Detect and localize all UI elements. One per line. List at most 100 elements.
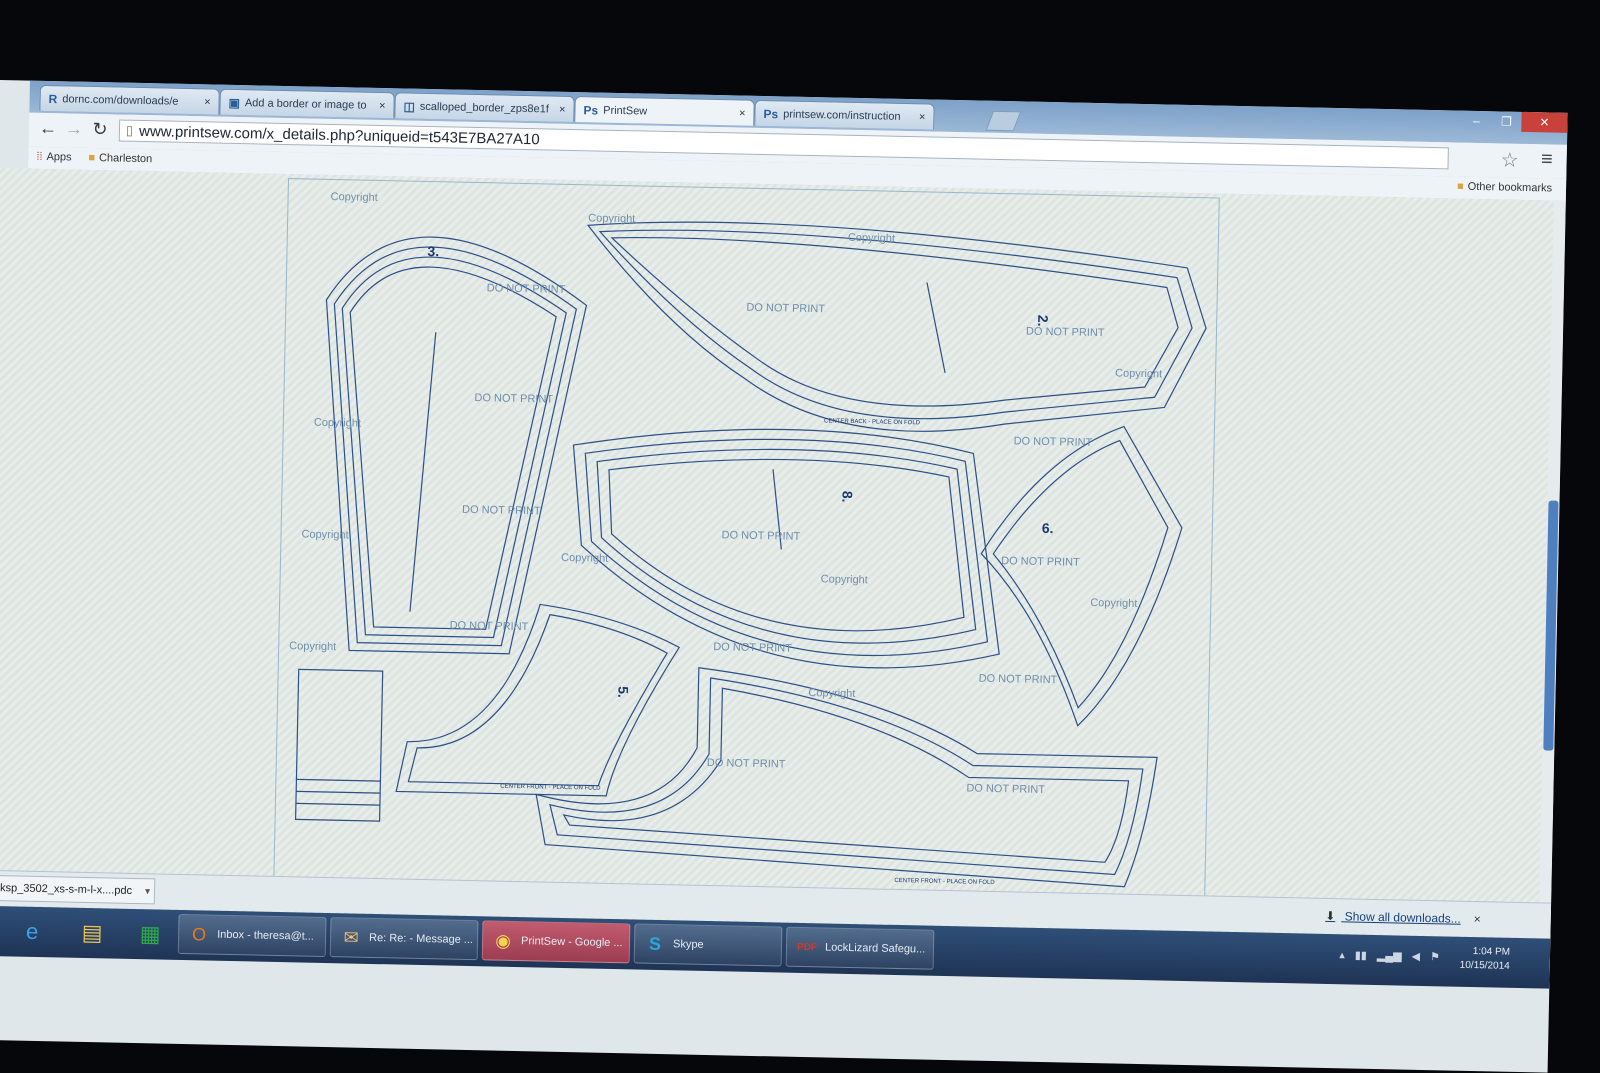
forward-button[interactable]: → [63,118,85,139]
mail-icon: ✉ [343,926,359,948]
tab-printsew-instructions[interactable]: Ps printsew.com/instruction × [754,99,935,130]
watermark-donotprint: DO NOT PRINT [487,282,566,296]
skype-icon: S [648,933,662,954]
tab-close-icon[interactable]: × [739,107,746,119]
watermark-donotprint: DO NOT PRINT [707,757,786,771]
printsew-favicon-icon: Ps [583,102,599,118]
apps-shortcut[interactable]: ⁞⁞ Apps [36,151,71,164]
restore-button[interactable]: ❐ [1491,111,1521,132]
tab-close-icon[interactable]: × [379,99,386,111]
clock-time: 1:04 PM [1472,946,1511,958]
piece-number-label: 2. [1035,315,1051,327]
other-bookmarks-label: Other bookmarks [1467,180,1553,195]
watermark-donotprint: DO NOT PRINT [450,620,529,634]
reload-button[interactable]: ↻ [89,119,111,140]
image-favicon-icon: ◫ [403,98,416,114]
taskbar-button-label: Skype [672,938,704,951]
watermark-copyright: Copyright [821,573,868,586]
internet-explorer-icon[interactable]: e [12,912,53,951]
printsew-favicon-icon: Ps [763,106,779,121]
tab-add-border[interactable]: ▣ Add a border or image to × [219,88,395,119]
monitor-screen: R dornc.com/downloads/e × ▣ Add a border… [0,80,1568,1073]
taskbar-button-label: Inbox - theresa@t... [217,928,315,943]
bookmark-charleston[interactable]: ■ Charleston [88,152,152,165]
close-download-shelf-button[interactable]: × [1474,912,1481,926]
watermark-donotprint: DO NOT PRINT [462,504,541,518]
download-arrow-icon: ⬇ [1325,908,1336,924]
window-controls: – ❐ ✕ [1461,111,1568,135]
file-explorer-icon[interactable]: ▤ [72,914,113,953]
piece-number-label: 8. [839,491,855,503]
taskbar-outlook-button[interactable]: O Inbox - theresa@t... [177,913,327,958]
store-icon[interactable]: ▦ [130,915,171,954]
apps-grid-icon: ⁞⁞ [36,150,43,163]
watermark-copyright: Copyright [588,212,635,225]
taskbar-button-label: Re: Re: - Message ... [368,931,474,947]
watermark-copyright: Copyright [1115,367,1162,380]
taskbar-button-label: PrintSew - Google ... [520,935,623,950]
watermark-copyright: Copyright [289,640,336,653]
watermark-donotprint: DO NOT PRINT [1026,326,1105,340]
tab-dornc-downloads[interactable]: R dornc.com/downloads/e × [39,84,220,115]
apps-label: Apps [46,150,72,164]
watermark-copyright: Copyright [561,552,608,565]
piece-number-label: 5. [615,686,631,698]
taskbar-skype-button[interactable]: S Skype [633,923,783,967]
folder-icon: ■ [88,151,96,165]
watermark-donotprint: DO NOT PRINT [966,782,1045,796]
outlook-icon: O [191,923,207,945]
tab-label: printsew.com/instruction [783,107,901,123]
taskbar-chrome-button[interactable]: ◉ PrintSew - Google ... [481,920,631,964]
taskbar-clock[interactable]: 1:04 PM 10/15/2014 [1460,945,1511,974]
tab-close-icon[interactable]: × [559,103,566,115]
chrome-icon: ◉ [495,930,512,951]
watermark-donotprint: DO NOT PRINT [713,641,792,655]
action-center-icon[interactable]: ⚑ [1430,950,1440,963]
taskbar-locklizard-button[interactable]: PDF LockLizard Safegu... [785,926,935,970]
watermark-copyright: Copyright [330,191,377,204]
clock-date: 10/15/2014 [1459,959,1510,972]
chevron-down-icon[interactable]: ▾ [145,886,150,897]
volume-icon[interactable]: ◀ [1411,950,1420,963]
tab-label: scalloped_border_zps8e1f [419,100,550,116]
download-item[interactable]: ksp_3502_xs-s-m-l-x....pdc ▾ [0,874,156,905]
watermark-donotprint: DO NOT PRINT [746,302,825,316]
system-tray: ▴ ▮▮ ▂▄▆ ◀ ⚑ [1339,948,1440,963]
site-favicon-icon: ▣ [228,95,241,110]
tab-label: dornc.com/downloads/e [62,92,179,108]
show-all-label: Show all downloads... [1344,909,1461,926]
site-favicon-icon: R [48,91,58,106]
fold-line-label: CENTER FRONT - PLACE ON FOLD [500,784,601,792]
minimize-button[interactable]: – [1461,111,1491,132]
sewing-pattern-preview: Copyright Copyright Copyright Copyright … [273,178,1220,910]
fold-line-label: CENTER BACK - PLACE ON FOLD [824,418,921,426]
watermark-copyright: Copyright [314,417,361,430]
signal-icon[interactable]: ▂▄▆ [1377,949,1402,963]
network-icon[interactable]: ▮▮ [1355,949,1367,962]
taskbar-message-button[interactable]: ✉ Re: Re: - Message ... [329,917,479,961]
address-bar-url: www.printsew.com/x_details.php?uniqueid=… [138,122,540,148]
new-tab-button[interactable] [985,110,1022,132]
bookmark-label: Charleston [98,152,153,166]
other-bookmarks[interactable]: ■ Other bookmarks [1457,181,1552,195]
tab-printsew[interactable]: Ps PrintSew × [574,96,755,126]
tab-scalloped-border[interactable]: ◫ scalloped_border_zps8e1f × [394,92,575,123]
close-window-button[interactable]: ✕ [1521,111,1568,133]
watermark-donotprint: DO NOT PRINT [721,529,800,543]
show-hidden-icons-icon[interactable]: ▴ [1339,948,1345,961]
piece-number-label: 6. [1042,520,1054,536]
download-filename: ksp_3502_xs-s-m-l-x....pdc [0,882,133,897]
tab-close-icon[interactable]: × [919,111,926,123]
fold-line-label: CENTER FRONT - PLACE ON FOLD [894,878,995,886]
chrome-menu-icon[interactable]: ≡ [1541,148,1553,171]
back-button[interactable]: ← [37,118,59,139]
bookmark-star-icon[interactable]: ☆ [1500,147,1518,172]
taskbar-button-label: LockLizard Safegu... [824,941,926,956]
watermark-copyright: Copyright [808,687,855,700]
show-all-downloads-link[interactable]: ⬇ Show all downloads... [1325,909,1461,926]
watermark-text-layer: Copyright Copyright Copyright Copyright … [289,191,1162,796]
folder-icon: ■ [1456,180,1464,193]
watermark-copyright: Copyright [1090,597,1137,610]
piece-number-label: 3. [427,243,439,259]
tab-close-icon[interactable]: × [204,96,211,108]
